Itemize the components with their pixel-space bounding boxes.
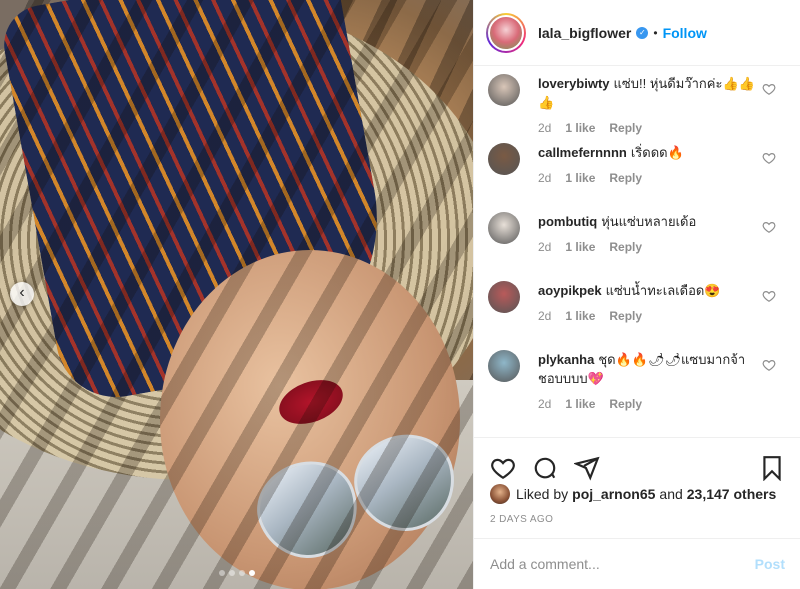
comment-age[interactable]: 2d	[538, 309, 551, 323]
comment-item: loverybiwty แซ่บ!! หุ่นดีมว๊ากค่ะ👍👍👍 2d 1 l…	[474, 74, 800, 143]
comment-body: plykanha ชุด🔥🔥🌶🌶แซบมากจ้า ชอบบบบ💖 2d 1 like…	[538, 350, 756, 419]
commenter-username[interactable]: aoypikpek	[538, 283, 602, 298]
add-comment-bar: Post	[474, 538, 800, 589]
carousel-dot[interactable]	[219, 570, 225, 576]
comment-reply-button[interactable]: Reply	[609, 397, 642, 411]
comment-body: aoypikpek แซ่บน้ำทะเลเดือด😍 2d 1 like Reply	[538, 281, 756, 350]
post-photo[interactable]: ‹	[0, 0, 473, 589]
comment-age[interactable]: 2d	[538, 171, 551, 185]
comment-item: pombutiq หุ่นแซ่บหลายเด้อ 2d 1 like Reply	[474, 212, 800, 281]
comment-meta: 2d 1 like Reply	[538, 240, 756, 254]
comment-body: pombutiq หุ่นแซ่บหลายเด้อ 2d 1 like Reply	[538, 212, 756, 281]
comment-meta: 2d 1 like Reply	[538, 397, 756, 411]
liker-avatar[interactable]	[490, 484, 510, 504]
comment-reply-button[interactable]: Reply	[609, 240, 642, 254]
comment-reply-button[interactable]: Reply	[609, 171, 642, 185]
post-time-ago[interactable]: 2 DAYS AGO	[490, 514, 553, 525]
commenter-username[interactable]: callmefernnnn	[538, 145, 627, 160]
author-avatar[interactable]	[486, 12, 526, 53]
photo-shadow-overlay	[0, 0, 473, 589]
carousel-dot-active[interactable]	[249, 570, 255, 576]
chevron-left-icon: ‹	[19, 284, 25, 301]
heart-icon[interactable]	[490, 455, 516, 481]
commenter-username[interactable]: pombutiq	[538, 214, 597, 229]
carousel-dot[interactable]	[239, 570, 245, 576]
carousel-dots	[219, 570, 255, 576]
share-icon[interactable]	[574, 455, 600, 481]
carousel-dot[interactable]	[229, 570, 235, 576]
comment-like-count[interactable]: 1 like	[565, 240, 595, 254]
comment-item: plykanha ชุด🔥🔥🌶🌶แซบมากจ้า ชอบบบบ💖 2d 1 like…	[474, 350, 800, 419]
commenter-avatar[interactable]	[488, 74, 520, 106]
action-bar	[474, 437, 800, 485]
comment-text: pombutiq หุ่นแซ่บหลายเด้อ	[538, 212, 756, 231]
post-header: lala_bigflower ✓ • Follow	[474, 0, 800, 66]
header-separator: •	[653, 25, 658, 40]
comment-item: callmefernnnn เริ่ดดด🔥 2d 1 like Reply	[474, 143, 800, 212]
likes-summary: Liked by poj_arnon65 and 23,147 others	[490, 484, 780, 504]
comment-text: plykanha ชุด🔥🔥🌶🌶แซบมากจ้า ชอบบบบ💖	[538, 350, 756, 388]
carousel-prev-button[interactable]: ‹	[10, 282, 34, 306]
commenter-username[interactable]: loverybiwty	[538, 76, 610, 91]
comment-meta: 2d 1 like Reply	[538, 171, 756, 185]
comment-reply-button[interactable]: Reply	[609, 121, 642, 135]
comment-text: loverybiwty แซ่บ!! หุ่นดีมว๊ากค่ะ👍👍👍	[538, 74, 756, 112]
comment-heart-icon[interactable]	[762, 358, 776, 372]
commenter-username[interactable]: plykanha	[538, 352, 594, 367]
comment-heart-icon[interactable]	[762, 220, 776, 234]
verified-badge-icon: ✓	[636, 26, 649, 39]
follow-button[interactable]: Follow	[663, 25, 707, 41]
commenter-avatar[interactable]	[488, 143, 520, 175]
comments-list[interactable]: loverybiwty แซ่บ!! หุ่นดีมว๊ากค่ะ👍👍👍 2d 1 l…	[474, 66, 800, 437]
comment-heart-icon[interactable]	[762, 151, 776, 165]
comment-item: aoypikpek แซ่บน้ำทะเลเดือด😍 2d 1 like Reply	[474, 281, 800, 350]
comment-age[interactable]: 2d	[538, 397, 551, 411]
comment-text: callmefernnnn เริ่ดดด🔥	[538, 143, 756, 162]
likes-count[interactable]: 23,147 others	[687, 486, 777, 502]
comment-meta: 2d 1 like Reply	[538, 309, 756, 323]
comment-message: เริ่ดดด🔥	[630, 145, 684, 160]
comment-heart-icon[interactable]	[762, 289, 776, 303]
liker-username[interactable]: poj_arnon65	[572, 486, 655, 502]
commenter-avatar[interactable]	[488, 281, 520, 313]
comment-input[interactable]	[490, 556, 755, 572]
comment-meta: 2d 1 like Reply	[538, 121, 756, 135]
likes-prefix: Liked by	[516, 486, 569, 502]
comment-icon[interactable]	[532, 455, 558, 481]
bookmark-icon[interactable]	[759, 455, 785, 481]
comment-text: aoypikpek แซ่บน้ำทะเลเดือด😍	[538, 281, 756, 300]
comment-age[interactable]: 2d	[538, 240, 551, 254]
commenter-avatar[interactable]	[488, 350, 520, 382]
comment-body: callmefernnnn เริ่ดดด🔥 2d 1 like Reply	[538, 143, 756, 212]
author-username[interactable]: lala_bigflower	[538, 25, 631, 41]
comment-age[interactable]: 2d	[538, 121, 551, 135]
comment-message: แซ่บน้ำทะเลเดือด😍	[605, 283, 721, 298]
post-side-panel: lala_bigflower ✓ • Follow loverybiwty แซ่…	[473, 0, 800, 589]
comment-like-count[interactable]: 1 like	[565, 171, 595, 185]
comment-reply-button[interactable]: Reply	[609, 309, 642, 323]
comment-like-count[interactable]: 1 like	[565, 121, 595, 135]
commenter-avatar[interactable]	[488, 212, 520, 244]
likes-connector: and	[659, 486, 683, 502]
comment-message: หุ่นแซ่บหลายเด้อ	[601, 214, 697, 229]
comment-heart-icon[interactable]	[762, 82, 776, 96]
post-comment-button[interactable]: Post	[755, 556, 785, 572]
comment-body: loverybiwty แซ่บ!! หุ่นดีมว๊ากค่ะ👍👍👍 2d 1 l…	[538, 74, 756, 143]
comment-like-count[interactable]: 1 like	[565, 397, 595, 411]
comment-like-count[interactable]: 1 like	[565, 309, 595, 323]
